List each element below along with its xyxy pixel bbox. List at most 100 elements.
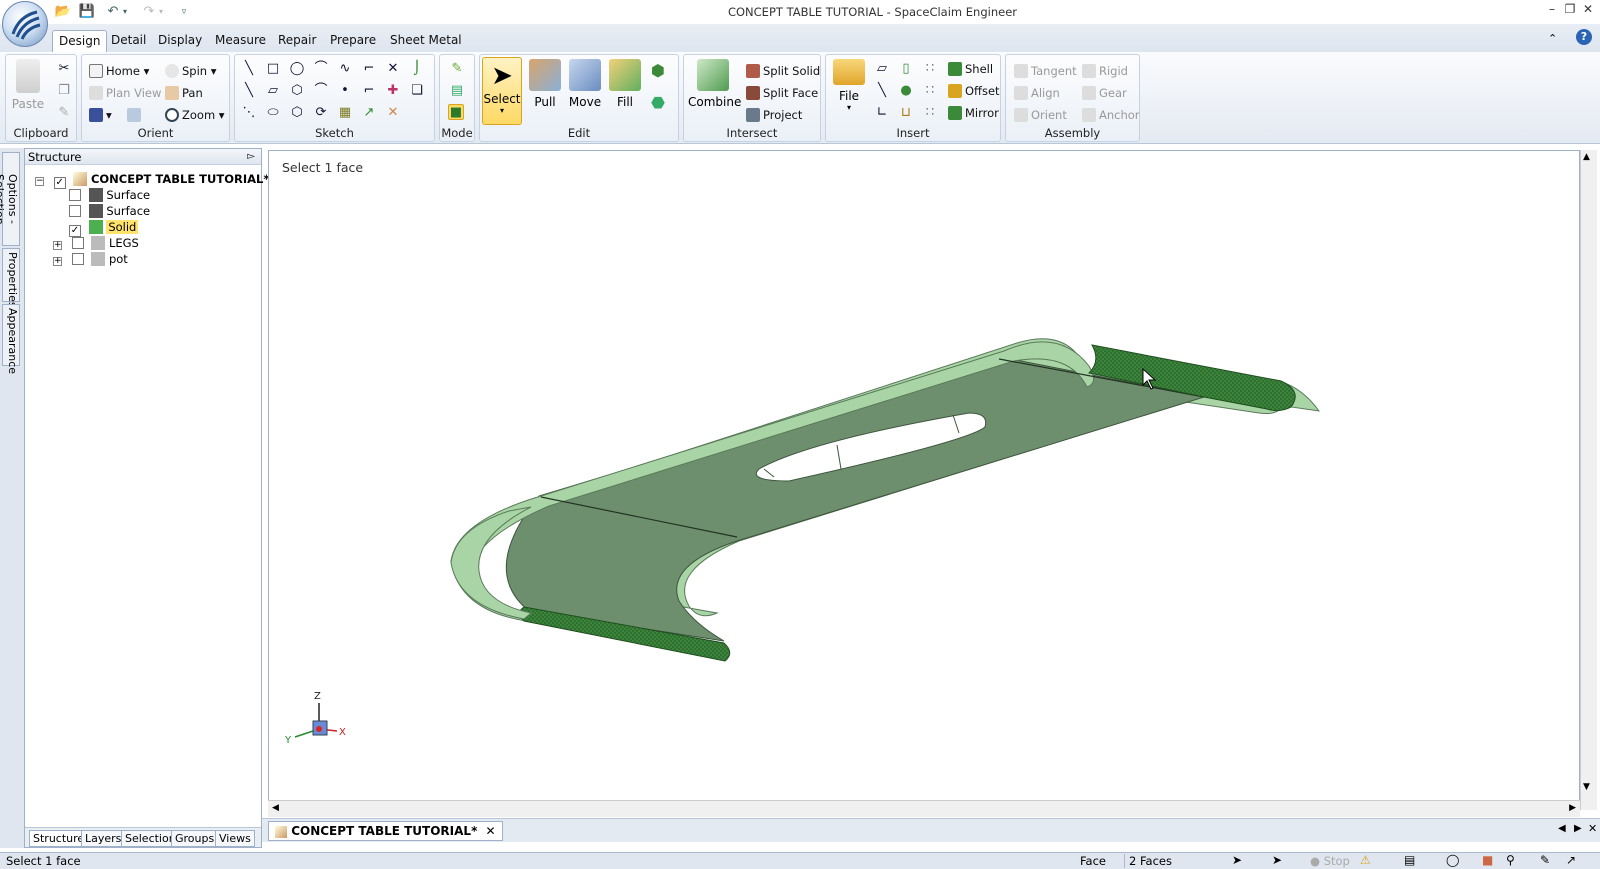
customize-toolbar-icon[interactable]: ▿ [178, 3, 190, 21]
tab-measure[interactable]: Measure [209, 30, 272, 52]
tab-views[interactable]: Views [215, 830, 255, 847]
stop-button[interactable]: ● Stop [1310, 854, 1350, 868]
tangent-arc-icon[interactable]: ⌐ [361, 61, 377, 77]
horizontal-scrollbar[interactable]: ◀ ▶ [268, 800, 1580, 817]
file-insert-button[interactable]: File ▾ [830, 59, 868, 112]
tangent-button[interactable]: Tangent [1014, 63, 1077, 79]
view-style-icon[interactable]: ▤ [1404, 853, 1415, 867]
tab-scroll-left-icon[interactable]: ◀ [1558, 823, 1566, 834]
scroll-up-icon[interactable]: ▲ [1583, 152, 1590, 162]
cut-icon[interactable]: ✂ [56, 61, 72, 77]
redo-dropdown-icon[interactable]: ▾ [156, 3, 166, 21]
mirror-button[interactable]: Mirror [948, 105, 999, 121]
tab-display[interactable]: Display [152, 30, 208, 52]
point-icon[interactable]: • [337, 83, 353, 99]
linear-pattern-icon[interactable]: ∷ [922, 105, 938, 121]
select-tool-status-icon[interactable]: ➤ [1232, 853, 1242, 867]
collapse-icon[interactable]: − [35, 177, 44, 186]
split-face-button[interactable]: Split Face [746, 85, 818, 101]
maximize-icon[interactable]: ❐ [1560, 2, 1580, 20]
spline-icon[interactable]: ∿ [337, 61, 353, 77]
anchor-button[interactable]: Anchor [1082, 107, 1140, 123]
snap-view-button[interactable] [127, 107, 144, 123]
trim-icon[interactable]: ✕ [385, 61, 401, 77]
pull-button[interactable]: Pull [526, 59, 564, 109]
selection-mode[interactable]: Face [1080, 854, 1106, 868]
polygon-icon[interactable]: ⬡ [289, 83, 305, 99]
tab-appearance[interactable]: Appearance [2, 304, 20, 374]
close-document-icon[interactable]: ✕ [1588, 822, 1597, 835]
tab-prepare[interactable]: Prepare [324, 30, 382, 52]
zoom-status-icon[interactable]: ⚲ [1506, 853, 1515, 867]
model-canvas[interactable]: Z Y X [269, 151, 1581, 811]
tangent-line-icon[interactable]: ╲ [241, 83, 257, 99]
display-mode-icon[interactable]: ◯ [1446, 853, 1459, 867]
cursor-status-icon[interactable]: ➤ [1272, 853, 1282, 867]
select-button[interactable]: ➤ Select ▾ [482, 57, 522, 125]
legs-checkbox[interactable] [71, 237, 84, 249]
scroll-left-icon[interactable]: ◀ [272, 803, 279, 813]
sweep-arc-icon[interactable]: ⌒ [313, 83, 329, 99]
close-icon[interactable]: ✕ [1578, 2, 1598, 20]
tab-scroll-right-icon[interactable]: ▶ [1574, 823, 1582, 834]
circle-icon[interactable]: ◯ [289, 61, 305, 77]
tab-groups[interactable]: Groups [171, 830, 219, 847]
tree-root[interactable]: − ✓ CONCEPT TABLE TUTORIAL* [35, 171, 269, 189]
tab-detail[interactable]: Detail [105, 30, 152, 52]
zoom-button[interactable]: Zoom ▾ [165, 107, 225, 123]
tree-item-surface-2[interactable]: Surface [69, 203, 150, 219]
surface-2-checkbox[interactable] [69, 205, 81, 217]
tab-design[interactable]: Design [52, 30, 108, 52]
expand-icon[interactable]: + [53, 241, 62, 250]
close-tab-icon[interactable]: ✕ [486, 824, 496, 838]
3d-viewport[interactable]: Z Y X [268, 150, 1580, 810]
tab-sheet-metal[interactable]: Sheet Metal [384, 30, 468, 52]
replace-icon[interactable]: ⬣ [650, 95, 666, 111]
three-point-arc-icon[interactable]: ⟳ [313, 105, 329, 121]
project-button[interactable]: Project [746, 107, 802, 123]
plane-icon[interactable]: ▱ [874, 61, 890, 77]
document-tab[interactable]: CONCEPT TABLE TUTORIAL* ✕ [268, 821, 503, 841]
expand-icon[interactable]: + [53, 257, 62, 266]
split-solid-button[interactable]: Split Solid [746, 63, 820, 79]
minimize-icon[interactable]: – [1542, 2, 1562, 20]
undo-dropdown-icon[interactable]: ▾ [120, 3, 130, 21]
tab-properties[interactable]: Properties [2, 248, 20, 308]
sketch-mode-icon[interactable]: ✎ [449, 61, 465, 77]
collapse-ribbon-icon[interactable]: ⌃ [1548, 32, 1557, 45]
help-icon[interactable]: ? [1576, 29, 1592, 45]
view-cube-button[interactable]: ▾ [89, 107, 112, 123]
circular-pattern-icon[interactable]: ∷ [922, 83, 938, 99]
surface-1-checkbox[interactable] [69, 189, 81, 201]
tab-repair[interactable]: Repair [272, 30, 322, 52]
bend-icon[interactable]: ⌡ [409, 61, 425, 77]
spin-button[interactable]: Spin ▾ [165, 63, 217, 79]
gear-button[interactable]: Gear [1082, 85, 1127, 101]
shell-insert-icon[interactable]: ⊔ [898, 105, 914, 121]
line-icon[interactable]: ╲ [241, 61, 257, 77]
point-cloud-icon[interactable]: ∷ [922, 61, 938, 77]
three-point-rectangle-icon[interactable]: ▱ [265, 83, 281, 99]
open-icon[interactable]: 📂 [54, 3, 72, 21]
construction-line-icon[interactable]: ⋱ [241, 105, 257, 121]
project-sketch-icon[interactable]: ▦ [337, 105, 353, 121]
rigid-button[interactable]: Rigid [1082, 63, 1128, 79]
align-button[interactable]: Align [1014, 85, 1060, 101]
tree-item-solid[interactable]: ✓ Solid [69, 219, 139, 237]
tree-item-pot[interactable]: + pot [53, 251, 128, 267]
app-menu-button[interactable] [2, 1, 48, 47]
fillet-sketch-icon[interactable]: ✕ [385, 105, 401, 121]
origin-icon[interactable]: ∟ [874, 105, 890, 121]
tree-item-surface-1[interactable]: Surface [69, 187, 150, 203]
tab-structure[interactable]: Structure [29, 830, 89, 847]
plan-view-button[interactable]: Plan View [89, 85, 161, 101]
tree-item-legs[interactable]: + LEGS [53, 235, 139, 251]
corner-icon[interactable]: ⌐ [361, 83, 377, 99]
warning-icon[interactable]: ⚠ [1360, 853, 1371, 867]
section-mode-icon[interactable]: ▤ [449, 83, 465, 99]
save-icon[interactable]: 💾 [78, 3, 96, 21]
tab-layers[interactable]: Layers [81, 830, 126, 847]
fill-button[interactable]: Fill [606, 59, 644, 109]
move-button[interactable]: Move [566, 59, 604, 109]
orient-button[interactable]: Orient [1014, 107, 1067, 123]
